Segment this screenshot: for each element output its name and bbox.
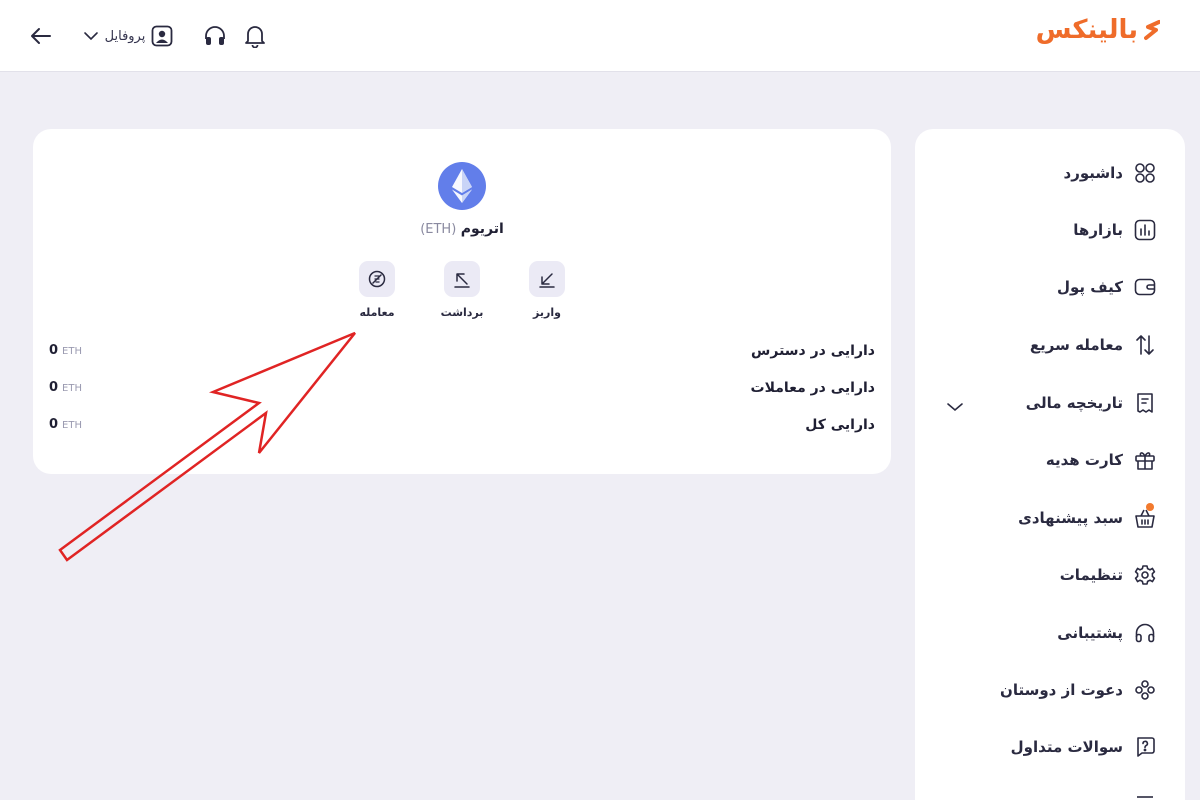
menu-icon (1133, 788, 1157, 800)
sidebar-item-label: دعوت از دوستان (1000, 681, 1123, 699)
trade-label: معامله (359, 306, 395, 319)
sidebar-item-gift-card[interactable]: کارت هدیه (941, 443, 1157, 477)
balance-row-total: دارایی کل 0 ETH (49, 417, 875, 439)
ethereum-logo-icon (438, 162, 486, 210)
basket-icon (1133, 503, 1157, 530)
withdraw-button[interactable]: برداشت (432, 261, 492, 323)
coin-symbol: (ETH) (420, 222, 457, 237)
user-avatar-icon (151, 25, 173, 47)
balance-amount: 0 (49, 417, 59, 432)
receipt-icon (1133, 391, 1157, 415)
profile-menu-button[interactable]: پروفایل (80, 22, 176, 50)
brand-logo[interactable]: بالینکس (1036, 10, 1160, 50)
asset-detail-card: اتریوم (ETH) واریز برداشت معامله دارایی … (33, 129, 891, 474)
exchange-coin-icon (368, 270, 386, 288)
back-button[interactable] (28, 22, 54, 50)
sidebar-item-label: پشتیبانی (1057, 624, 1123, 642)
coin-title: اتریوم (ETH) (362, 221, 562, 243)
users-icon (1133, 678, 1157, 702)
sidebar-item-label: سبد پیشنهادی (1018, 509, 1123, 527)
swap-arrows-icon (1133, 333, 1157, 357)
trade-icon-box (359, 261, 395, 297)
sidebar-item-support[interactable]: پشتیبانی (941, 616, 1157, 650)
trade-button[interactable]: معامله (347, 261, 407, 323)
sidebar-item-invite-friends[interactable]: دعوت از دوستان (941, 673, 1157, 707)
sidebar-nav: داشبورد بازارها کیف پول معامله سریع تاری… (915, 129, 1185, 800)
chevron-down-icon (83, 32, 98, 41)
headphones-icon (205, 26, 225, 45)
balance-unit: ETH (62, 383, 82, 394)
logo-text: بالینکس (1035, 15, 1139, 45)
balance-title: دارایی در معاملات (750, 380, 875, 396)
deposit-button[interactable]: واریز (517, 261, 577, 323)
arrow-up-left-icon (454, 273, 470, 288)
sidebar-item-quick-trade[interactable]: معامله سریع (941, 328, 1157, 362)
sidebar-item-label: داشبورد (1063, 164, 1123, 182)
sidebar-item-label: کیف پول (1057, 278, 1123, 296)
withdraw-label: برداشت (440, 306, 484, 319)
sidebar-item-faq[interactable]: سوالات متداول (941, 730, 1157, 764)
wallet-icon (1133, 275, 1157, 299)
sidebar-item-label: تنظیمات (1059, 566, 1123, 584)
sidebar-item-label: سوالات متداول (1010, 738, 1123, 756)
sidebar-item-settings[interactable]: تنظیمات (941, 558, 1157, 592)
balance-amount: 0 (49, 380, 59, 395)
arrow-down-left-icon (539, 273, 555, 288)
notification-dot (1146, 503, 1154, 511)
headphones-icon (1133, 621, 1157, 645)
balance-value: 0 ETH (49, 380, 82, 395)
balance-row-in-trades: دارایی در معاملات 0 ETH (49, 380, 875, 402)
sidebar-item-label: کارت هدیه (1045, 451, 1123, 469)
notifications-button[interactable] (242, 22, 268, 50)
profile-label: پروفایل (104, 28, 146, 44)
chevron-down-icon[interactable] (943, 395, 967, 419)
balance-title: دارایی در دسترس (751, 343, 875, 359)
gear-icon (1133, 563, 1157, 587)
balance-unit: ETH (62, 346, 82, 357)
gift-icon (1133, 448, 1157, 472)
sidebar-item-label: معامله سریع (1029, 336, 1123, 354)
sidebar-item-financial-history[interactable]: تاریخچه مالی (941, 386, 1157, 420)
sidebar-item-more[interactable] (941, 783, 1157, 800)
deposit-icon-box (529, 261, 565, 297)
balance-value: 0 ETH (49, 343, 82, 358)
balance-amount: 0 (49, 343, 59, 358)
sidebar-item-markets[interactable]: بازارها (941, 213, 1157, 247)
bell-icon (245, 26, 265, 48)
sidebar-item-suggested-basket[interactable]: سبد پیشنهادی (941, 501, 1157, 535)
deposit-label: واریز (533, 306, 561, 319)
balance-row-available: دارایی در دسترس 0 ETH (49, 343, 875, 365)
arrow-left-icon (31, 28, 51, 44)
sidebar-item-label: تاریخچه مالی (1025, 394, 1123, 412)
top-header: بالینکس پروفایل (0, 0, 1200, 72)
sidebar-item-wallet[interactable]: کیف پول (941, 270, 1157, 304)
balance-title: دارایی کل (805, 417, 875, 433)
support-button[interactable] (202, 22, 228, 50)
logo-mark-icon (1144, 20, 1160, 40)
balance-value: 0 ETH (49, 417, 82, 432)
question-icon (1133, 735, 1157, 759)
markets-chart-icon (1133, 218, 1157, 242)
sidebar-item-dashboard[interactable]: داشبورد (941, 156, 1157, 190)
balance-unit: ETH (62, 420, 82, 431)
coin-name: اتریوم (460, 221, 504, 237)
dashboard-grid-icon (1133, 161, 1157, 185)
withdraw-icon-box (444, 261, 480, 297)
sidebar-item-label: بازارها (1073, 221, 1123, 239)
